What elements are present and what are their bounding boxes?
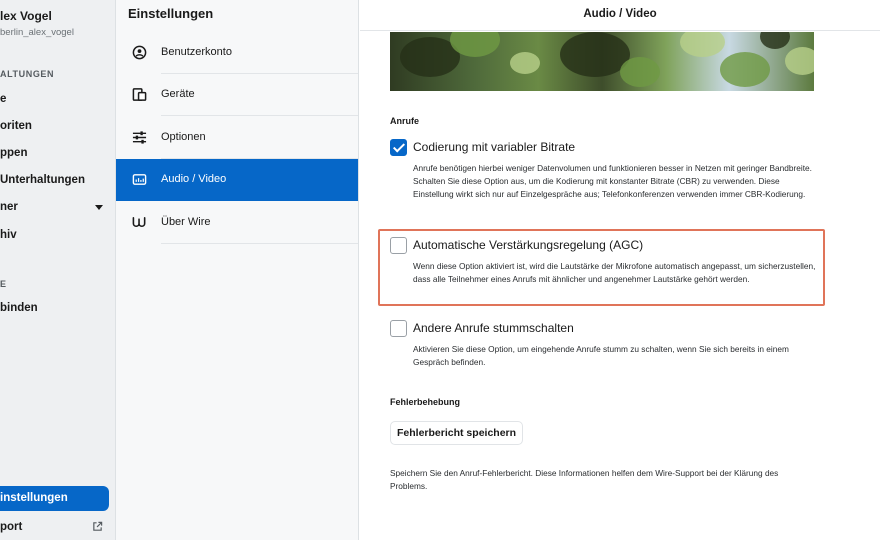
settings-item-label: Geräte (161, 88, 195, 100)
settings-item-label: Über Wire (161, 216, 211, 228)
save-report-button[interactable]: Fehlerbericht speichern (390, 421, 524, 445)
mute-other-calls-checkbox[interactable] (390, 320, 407, 337)
conversations-section-label: ALTUNGEN (0, 69, 55, 79)
chevron-down-icon[interactable] (95, 205, 103, 210)
sidebar-item-folders[interactable]: ner (0, 201, 18, 213)
agc-checkbox[interactable] (390, 237, 407, 254)
variable-bitrate-checkbox[interactable] (390, 139, 407, 156)
conversation-sidebar: lex Vogel berlin_alex_vogel ALTUNGEN e o… (0, 0, 116, 540)
option-label[interactable]: Codierung mit variabler Bitrate (413, 140, 575, 154)
settings-item-label: Optionen (161, 131, 206, 143)
sidebar-item-connect[interactable]: binden (0, 302, 38, 314)
sidebar-item-conversations[interactable]: Unterhaltungen (0, 174, 85, 186)
settings-item-label: Audio / Video (161, 173, 227, 185)
sliders-icon (132, 131, 147, 144)
option-description: Wenn diese Option aktiviert ist, wird di… (413, 261, 816, 284)
user-circle-icon (132, 45, 147, 60)
other-section-label: E (0, 279, 7, 289)
page-header: Audio / Video (360, 0, 880, 31)
option-label[interactable]: Automatische Verstärkungsregelung (AGC) (413, 238, 643, 252)
save-report-description: Speichern Sie den Anruf-Fehlerbericht. D… (390, 468, 779, 491)
sidebar-item-archive[interactable]: hiv (0, 229, 17, 241)
option-agc: Automatische Verstärkungsregelung (AGC) … (390, 237, 816, 307)
sidebar-item-groups[interactable]: ppen (0, 147, 27, 159)
audio-video-settings: Audio / Video Anrufe Codierung mit varia… (360, 0, 880, 540)
settings-item-about-wire[interactable]: Über Wire (116, 202, 358, 244)
audio-video-icon (132, 174, 147, 185)
divider (161, 115, 358, 116)
devices-icon (132, 88, 147, 101)
settings-title: Einstellungen (128, 6, 214, 21)
external-link-icon[interactable] (92, 521, 103, 532)
settings-item-audio-video[interactable]: Audio / Video (116, 159, 358, 201)
divider (161, 243, 358, 244)
settings-item-devices[interactable]: Geräte (116, 74, 358, 116)
calls-heading: Anrufe (390, 116, 419, 126)
camera-preview (390, 32, 814, 91)
sidebar-item-support[interactable]: port (0, 521, 22, 533)
settings-item-account[interactable]: Benutzerkonto (116, 32, 358, 74)
option-variable-bitrate: Codierung mit variabler Bitrate Anrufe b… (390, 139, 814, 219)
page-title: Audio / Video (583, 8, 657, 20)
wire-logo-icon (132, 217, 146, 227)
settings-panel: Einstellungen Benutzerkonto Geräte Optio… (116, 0, 359, 540)
option-description: Aktivieren Sie diese Option, um eingehen… (413, 344, 789, 367)
user-handle: berlin_alex_vogel (0, 27, 74, 38)
sidebar-item-settings[interactable]: instellungen (0, 486, 109, 511)
option-mute-other-calls: Andere Anrufe stummschalten Aktivieren S… (390, 320, 814, 375)
settings-item-options[interactable]: Optionen (116, 117, 358, 159)
option-label[interactable]: Andere Anrufe stummschalten (413, 321, 574, 335)
troubleshooting-heading: Fehlerbehebung (390, 397, 461, 407)
sidebar-item-all[interactable]: e (0, 93, 6, 105)
sidebar-item-favorites[interactable]: oriten (0, 120, 32, 132)
settings-item-label: Benutzerkonto (161, 46, 232, 58)
option-description: Anrufe benötigen hierbei weniger Datenvo… (413, 163, 812, 199)
user-name: lex Vogel (0, 9, 52, 23)
